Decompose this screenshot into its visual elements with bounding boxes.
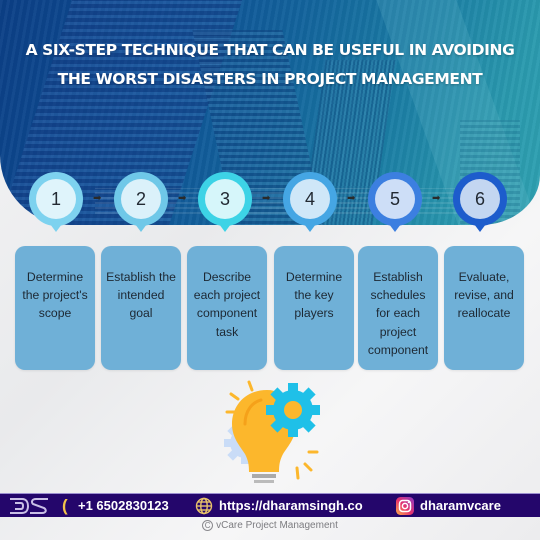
step-label: Determine the key players xyxy=(285,270,343,321)
phone-icon: ( xyxy=(62,496,68,515)
step-2-pin: 2 xyxy=(114,172,168,232)
website-link[interactable]: https://dharamsingh.co xyxy=(219,498,363,513)
step-4-card: Determine the key players xyxy=(274,246,354,370)
arrow-right-icon: ➡ xyxy=(347,193,356,204)
arrow-right-icon: ➡ xyxy=(93,193,102,204)
step-6-pin: 6 xyxy=(453,172,507,232)
arrow-right-icon: ➡ xyxy=(178,193,187,204)
step-1-pin: 1 xyxy=(29,172,83,232)
large-gear-icon xyxy=(266,383,320,437)
title-line-1: A SIX-STEP TECHNIQUE THAT CAN BE USEFUL … xyxy=(25,41,515,59)
phone-number[interactable]: +1 6502830123 xyxy=(78,498,169,513)
instagram-icon xyxy=(396,497,414,515)
page-title: A SIX-STEP TECHNIQUE THAT CAN BE USEFUL … xyxy=(0,36,540,94)
step-3-card: Describe each project component task xyxy=(187,246,267,370)
step-3-pin: 3 xyxy=(198,172,252,232)
step-label: Establish the intended goal xyxy=(106,270,176,321)
step-1-card: Determine the project's scope xyxy=(15,246,95,370)
step-number: 3 xyxy=(205,179,245,219)
copyright-text: vCare Project Management xyxy=(216,520,338,531)
step-number: 2 xyxy=(121,179,161,219)
contact-footer-bar: ( +1 6502830123 https://dharamsingh.co d… xyxy=(0,493,540,517)
step-4-pin: 4 xyxy=(283,172,337,232)
copyright-notice: C vCare Project Management xyxy=(0,520,540,531)
step-label: Evaluate, revise, and reallocate xyxy=(454,270,514,321)
title-line-2: THE WORST DISASTERS IN PROJECT MANAGEMEN… xyxy=(57,70,483,88)
step-label: Describe each project component task xyxy=(193,270,261,339)
copyright-icon: C xyxy=(202,520,214,531)
arrow-right-icon: ➡ xyxy=(262,193,271,204)
globe-icon xyxy=(195,497,213,515)
step-number: 4 xyxy=(290,179,330,219)
step-2-card: Establish the intended goal xyxy=(101,246,181,370)
step-5-pin: 5 xyxy=(368,172,422,232)
lightbulb-with-gears-icon xyxy=(224,380,320,483)
step-5-card: Establish schedules for each project com… xyxy=(358,246,438,370)
ds-logo-icon xyxy=(10,498,48,514)
step-number: 6 xyxy=(460,179,500,219)
step-number: 5 xyxy=(375,179,415,219)
step-6-card: Evaluate, revise, and reallocate xyxy=(444,246,524,370)
step-number: 1 xyxy=(36,179,76,219)
instagram-handle[interactable]: dharamvcare xyxy=(420,498,501,513)
step-label: Establish schedules for each project com… xyxy=(367,270,429,357)
arrow-right-icon: ➡ xyxy=(432,193,441,204)
step-label: Determine the project's scope xyxy=(22,270,88,321)
